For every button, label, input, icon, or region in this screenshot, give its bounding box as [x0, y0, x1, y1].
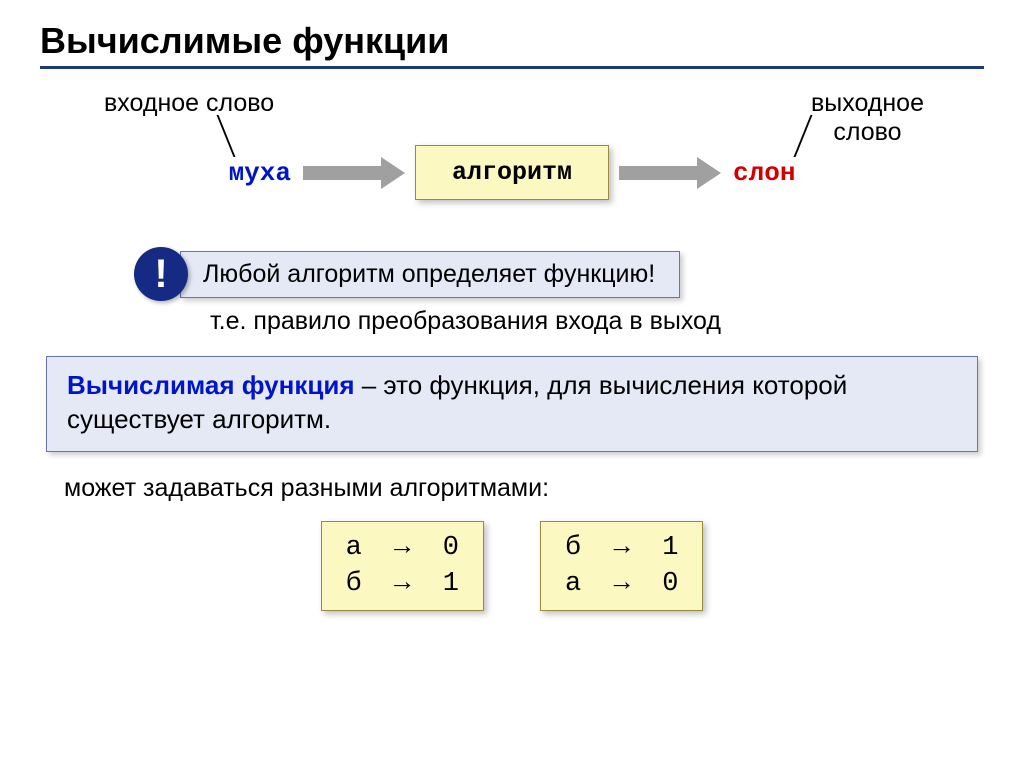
slide-title: Вычислимые функции: [40, 20, 984, 62]
rule-line: б → 1: [346, 566, 459, 602]
output-word: слон: [733, 158, 795, 188]
rule-box-2: б → 1 а → 0: [540, 521, 703, 612]
callout-text: Любой алгоритм определяет функцию!: [180, 251, 680, 298]
algorithm-diagram: входное слово выходное слово муха алгори…: [70, 93, 954, 223]
rule-line: а → 0: [346, 530, 459, 566]
rules-row: а → 0 б → 1 б → 1 а → 0: [40, 521, 984, 612]
output-label: выходное слово: [811, 89, 924, 147]
algorithms-note: может задаваться разными алгоритмами:: [64, 474, 984, 503]
definition-box: Вычислимая функция – это функция, для вы…: [46, 356, 978, 452]
title-underline: [40, 66, 984, 69]
arrow-icon: [619, 157, 721, 189]
rule-line: б → 1: [565, 530, 678, 566]
sub-note: т.е. правило преобразования входа в выхо…: [210, 307, 984, 336]
slide-content: Вычислимые функции входное слово выходно…: [0, 0, 1024, 631]
algorithm-box: алгоритм: [415, 145, 609, 200]
flow-line: муха алгоритм слон: [70, 145, 954, 200]
exclamation-icon: !: [134, 247, 188, 301]
important-callout: ! Любой алгоритм определяет функцию!: [134, 247, 984, 301]
input-word: муха: [229, 158, 291, 188]
input-label: входное слово: [104, 89, 274, 118]
rule-line: а → 0: [565, 566, 678, 602]
definition-term: Вычислимая функция: [67, 370, 355, 400]
arrow-icon: [303, 157, 405, 189]
rule-box-1: а → 0 б → 1: [321, 521, 484, 612]
